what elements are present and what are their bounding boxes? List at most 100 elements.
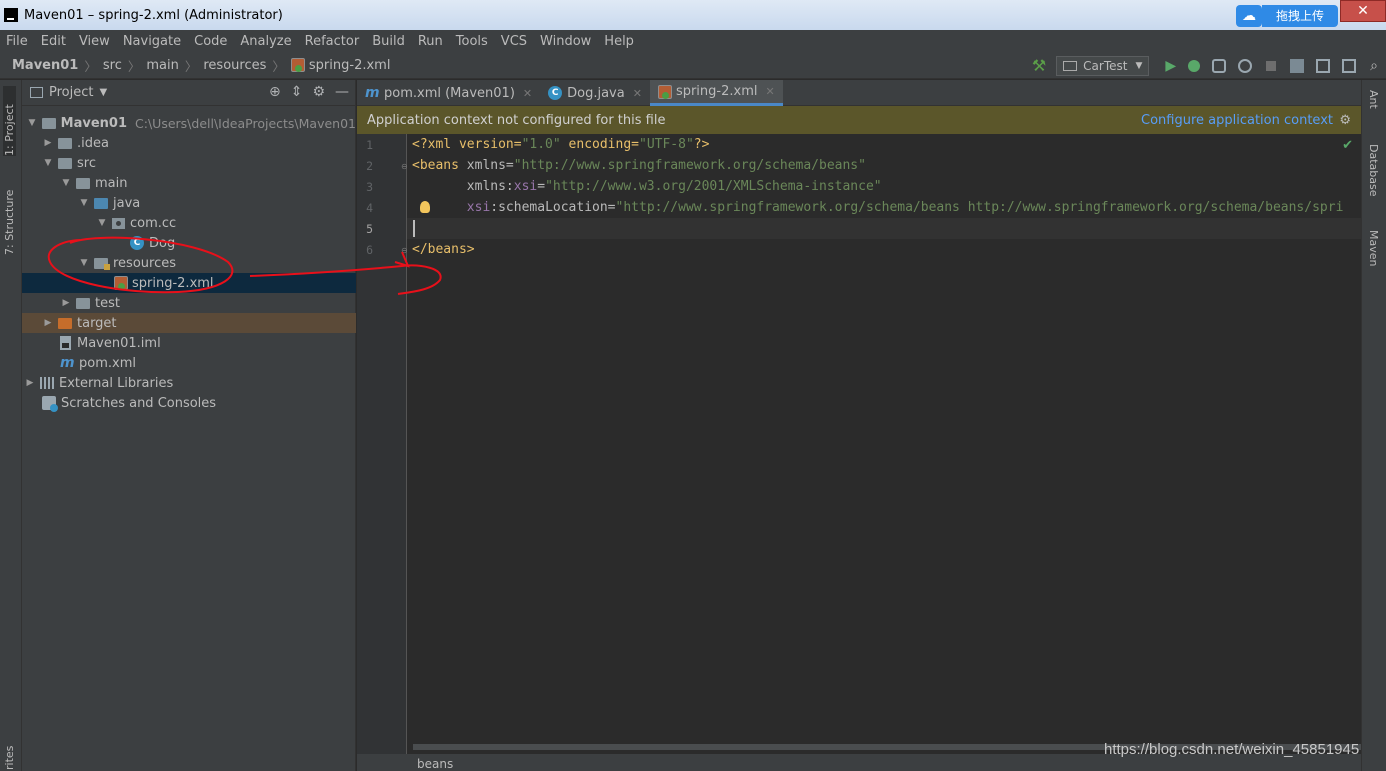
expand-arrow-icon[interactable]: ▼	[96, 218, 108, 228]
tree-item-spring-xml[interactable]: spring-2.xml	[22, 273, 356, 293]
menu-view[interactable]: View	[79, 34, 110, 49]
library-icon	[40, 377, 54, 389]
coverage-icon[interactable]	[1212, 58, 1227, 73]
window-close-button[interactable]: ✕	[1340, 0, 1386, 22]
tree-label-spring-xml: spring-2.xml	[132, 275, 214, 291]
menu-help[interactable]: Help	[604, 34, 634, 49]
tree-item-java[interactable]: ▼ java	[22, 193, 356, 213]
breadcrumb-separator-icon: 〉	[127, 58, 141, 74]
tree-item-pom[interactable]: m pom.xml	[22, 353, 356, 373]
line-number: 4	[366, 201, 373, 215]
tree-item-iml[interactable]: Maven01.iml	[22, 333, 356, 353]
expand-arrow-icon[interactable]: ▼	[42, 158, 54, 168]
run-toolbar: ⚒ CarTest ▼ ▶ ⌕	[1032, 52, 1386, 79]
build-hammer-icon[interactable]: ⚒	[1032, 56, 1046, 75]
sdk-icon[interactable]	[1316, 58, 1331, 73]
code-token: xmlns:	[412, 179, 514, 194]
gear-icon[interactable]: ⚙	[312, 84, 325, 100]
tree-item-package[interactable]: ▼ com.cc	[22, 213, 356, 233]
cloud-icon[interactable]: ☁	[1236, 5, 1262, 27]
tree-item-scratches[interactable]: Scratches and Consoles	[22, 393, 356, 413]
menu-build[interactable]: Build	[372, 34, 405, 49]
run-configuration-dropdown[interactable]: CarTest ▼	[1056, 55, 1150, 76]
gear-icon[interactable]: ⚙	[1339, 113, 1351, 128]
profile-icon[interactable]	[1238, 58, 1253, 73]
menu-analyze[interactable]: Analyze	[240, 34, 291, 49]
editor-gutter: 1 2 3 4 5 6 ⊖ ⊖	[357, 134, 408, 754]
close-icon[interactable]: ✕	[765, 85, 774, 98]
close-icon[interactable]: ✕	[523, 87, 532, 100]
tree-label-idea: .idea	[77, 135, 109, 151]
tab-spring-xml[interactable]: spring-2.xml ✕	[649, 80, 783, 106]
code-token: <?xml version=	[412, 137, 522, 152]
code-token: :schemaLocation=	[490, 200, 616, 215]
debug-icon[interactable]	[1188, 59, 1201, 72]
tab-ant[interactable]: Ant	[1367, 90, 1380, 109]
menu-tools[interactable]: Tools	[456, 34, 488, 49]
close-icon[interactable]: ✕	[633, 87, 642, 100]
tree-item-resources[interactable]: ▼ resources	[22, 253, 356, 273]
breadcrumb-resources[interactable]: resources	[203, 58, 266, 73]
chevron-down-icon[interactable]: ▼	[99, 87, 107, 98]
stop-icon[interactable]	[1266, 60, 1277, 71]
breadcrumb-main[interactable]: main	[146, 58, 178, 73]
locate-icon[interactable]: ⊕	[269, 84, 281, 100]
expand-arrow-icon[interactable]: ▼	[78, 198, 90, 208]
tab-database[interactable]: Database	[1367, 144, 1380, 197]
tab-label: Dog.java	[567, 85, 625, 101]
menu-file[interactable]: File	[6, 34, 28, 49]
collapse-arrow-icon[interactable]: ▶	[42, 138, 54, 148]
menu-run[interactable]: Run	[418, 34, 443, 49]
menu-navigate[interactable]: Navigate	[123, 34, 181, 49]
tab-project[interactable]: 1: Project	[3, 86, 16, 156]
fold-icon[interactable]: ⊖	[401, 246, 408, 255]
code-token: <beans	[412, 158, 467, 173]
collapse-arrow-icon[interactable]: ▶	[60, 298, 72, 308]
tab-favorites[interactable]: rites	[3, 740, 16, 770]
intellij-app-icon	[4, 8, 18, 22]
window-title: Maven01 – spring-2.xml (Administrator)	[24, 7, 283, 23]
banner-message: Application context not configured for t…	[367, 112, 666, 128]
code-line-4: xsi:schemaLocation="http://www.springfra…	[412, 197, 1344, 218]
hide-icon[interactable]: —	[335, 84, 349, 100]
tree-item-idea[interactable]: ▶ .idea	[22, 133, 356, 153]
tab-dog-java[interactable]: C Dog.java ✕	[540, 80, 650, 106]
project-view-selector[interactable]: Project	[49, 85, 93, 100]
menu-refactor[interactable]: Refactor	[305, 34, 360, 49]
configure-context-link[interactable]: Configure application context	[1141, 113, 1333, 128]
presentation-icon[interactable]	[1342, 58, 1357, 73]
tab-structure[interactable]: 7: Structure	[3, 175, 16, 255]
breadcrumb-file[interactable]: spring-2.xml	[309, 58, 391, 73]
upload-button[interactable]: 拖拽上传	[1262, 5, 1338, 27]
expand-arrow-icon[interactable]: ▼	[26, 118, 38, 128]
tab-pom-xml[interactable]: m pom.xml (Maven01) ✕	[357, 80, 540, 106]
collapse-all-icon[interactable]: ⇕	[291, 84, 303, 100]
code-line-2: <beans xmlns="http://www.springframework…	[412, 155, 866, 176]
code-editor[interactable]: 1 2 3 4 5 6 ⊖ ⊖ ✔ <?xml version="1.0" en…	[357, 134, 1361, 754]
xml-tag-breadcrumb[interactable]: beans	[417, 757, 453, 771]
code-token: </beans>	[412, 242, 475, 257]
tree-item-test[interactable]: ▶ test	[22, 293, 356, 313]
run-icon[interactable]: ▶	[1165, 58, 1176, 74]
fold-icon[interactable]: ⊖	[401, 162, 408, 171]
collapse-arrow-icon[interactable]: ▶	[24, 378, 36, 388]
breadcrumb-project[interactable]: Maven01	[12, 58, 78, 73]
code-lines: <?xml version="1.0" encoding="UTF-8"?> <…	[412, 134, 1343, 257]
collapse-arrow-icon[interactable]: ▶	[42, 318, 54, 328]
search-icon[interactable]: ⌕	[1370, 58, 1378, 74]
project-structure-icon[interactable]	[1290, 58, 1305, 73]
menu-edit[interactable]: Edit	[41, 34, 66, 49]
menu-code[interactable]: Code	[194, 34, 227, 49]
expand-arrow-icon[interactable]: ▼	[78, 258, 90, 268]
tab-maven[interactable]: Maven	[1367, 230, 1380, 266]
tree-item-root[interactable]: ▼ Maven01 C:\Users\dell\IdeaProjects\Mav…	[22, 113, 356, 133]
menu-vcs[interactable]: VCS	[501, 34, 527, 49]
expand-arrow-icon[interactable]: ▼	[60, 178, 72, 188]
tree-item-main[interactable]: ▼ main	[22, 173, 356, 193]
breadcrumb-src[interactable]: src	[103, 58, 122, 73]
tree-item-dog[interactable]: C Dog	[22, 233, 356, 253]
tree-item-target[interactable]: ▶ target	[22, 313, 356, 333]
menu-window[interactable]: Window	[540, 34, 591, 49]
tree-item-src[interactable]: ▼ src	[22, 153, 356, 173]
tree-item-external-libraries[interactable]: ▶ External Libraries	[22, 373, 356, 393]
